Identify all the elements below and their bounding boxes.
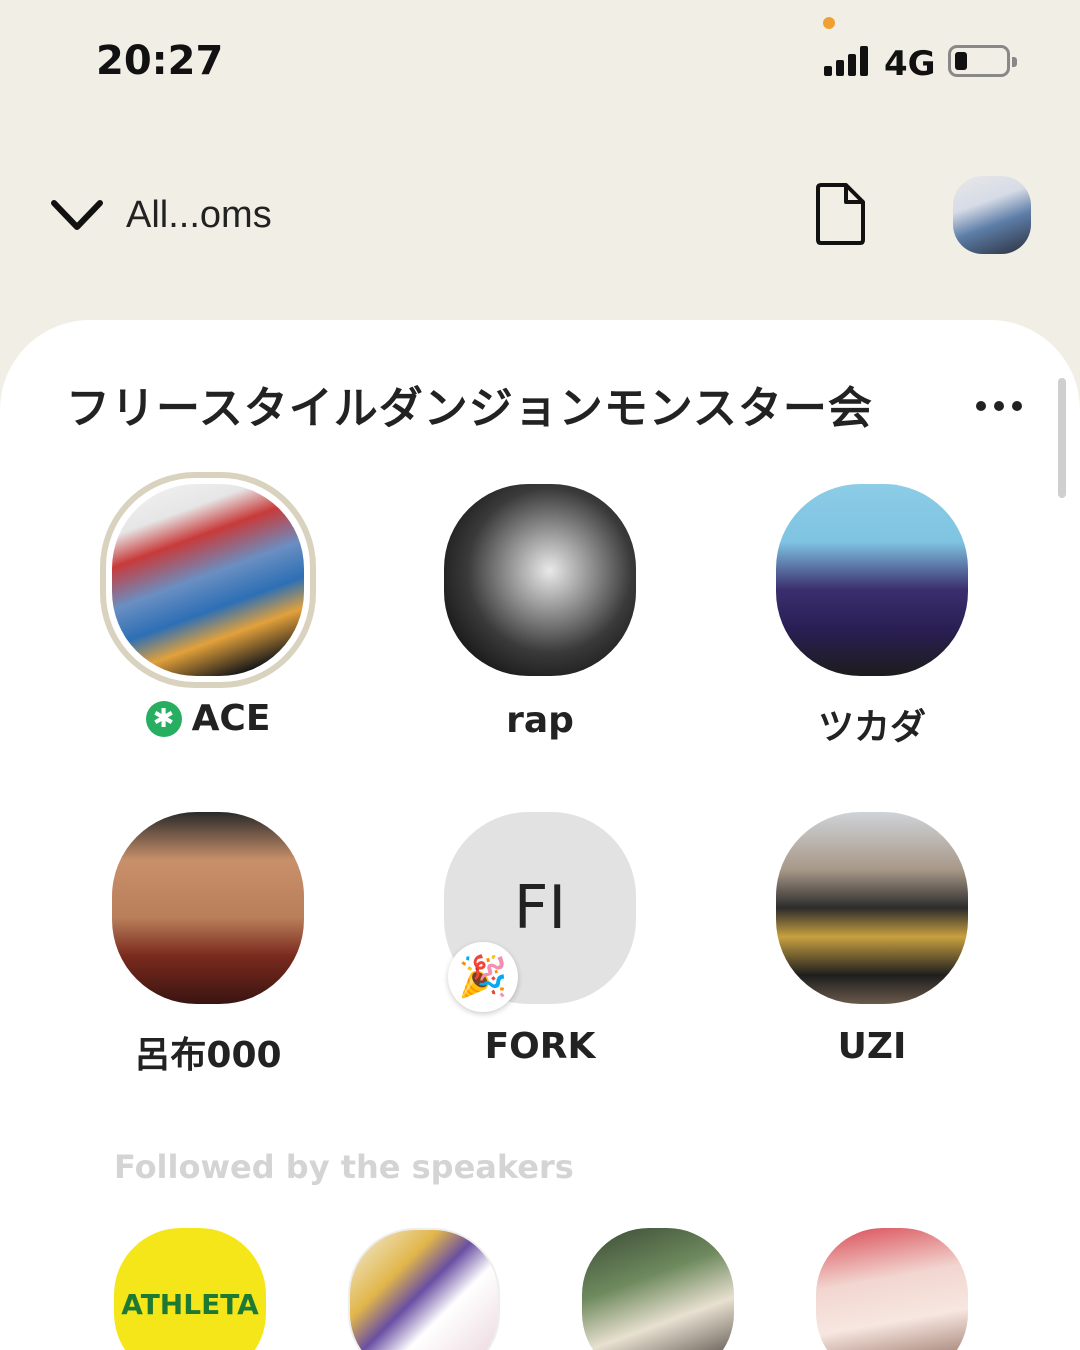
- avatar: [112, 484, 304, 676]
- scrollbar[interactable]: [1058, 378, 1066, 498]
- avatar: [112, 812, 304, 1004]
- moderator-icon: ✱: [145, 700, 182, 737]
- status-time: 20:27: [96, 38, 224, 84]
- room-selector-label: All...oms: [126, 193, 272, 236]
- privacy-indicator: [823, 17, 835, 29]
- speaker-name: ツカダ: [817, 707, 926, 748]
- follower-avatar[interactable]: [348, 1228, 500, 1350]
- follower-avatar[interactable]: [582, 1228, 734, 1350]
- follower-avatar-athleta[interactable]: ATHLETA: [114, 1228, 266, 1350]
- network-type: 4G: [884, 44, 936, 84]
- room-selector[interactable]: All...oms: [50, 185, 272, 245]
- battery-icon: [948, 45, 1017, 77]
- speaker-name: rap: [506, 700, 574, 741]
- profile-avatar[interactable]: [953, 176, 1031, 254]
- followed-section-label: Followed by the speakers: [114, 1148, 574, 1186]
- more-options-button[interactable]: [976, 394, 1036, 418]
- party-popper-icon: 🎉: [448, 942, 518, 1012]
- avatar: [776, 812, 968, 1004]
- speaker-name: UZI: [837, 1026, 907, 1067]
- chevron-down-icon: [51, 200, 103, 230]
- avatar: [776, 484, 968, 676]
- signal-icon: [824, 46, 872, 76]
- speaker-name: ACE: [191, 698, 271, 739]
- speaker-name: FORK: [484, 1026, 596, 1067]
- document-icon[interactable]: [812, 182, 866, 246]
- follower-avatar[interactable]: [816, 1228, 968, 1350]
- room-title: フリースタイルダンジョンモンスター会: [66, 383, 873, 434]
- athleta-logo: ATHLETA: [121, 1287, 259, 1321]
- speaker-name: 呂布000: [134, 1035, 282, 1076]
- avatar: [444, 484, 636, 676]
